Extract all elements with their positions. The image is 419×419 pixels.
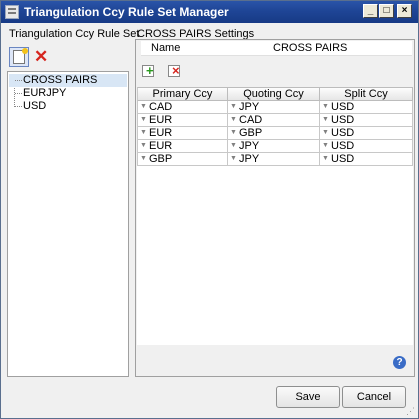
- delete-icon: ✕: [34, 47, 49, 66]
- cell-value: USD: [331, 114, 355, 126]
- name-label: Name: [151, 42, 181, 54]
- tree-connector: [15, 93, 22, 94]
- primary-ccy-dropdown[interactable]: ▼ EUR: [137, 127, 228, 140]
- column-header-split-ccy[interactable]: Split Ccy: [320, 87, 413, 101]
- cell-value: EUR: [149, 114, 173, 126]
- table-row[interactable]: ▼ EUR ▼ GBP ▼ USD: [137, 127, 413, 140]
- primary-ccy-dropdown[interactable]: ▼ GBP: [137, 153, 228, 166]
- tree-item-label: CROSS PAIRS: [23, 74, 98, 86]
- table-row[interactable]: ▼ EUR ▼ CAD ▼ USD: [137, 114, 413, 127]
- tree-connector: [15, 106, 22, 107]
- column-header-primary-ccy[interactable]: Primary Ccy: [137, 87, 228, 101]
- maximize-button[interactable]: □: [379, 4, 394, 18]
- name-row: Name CROSS PAIRS: [137, 41, 413, 56]
- cell-value: GBP: [149, 153, 173, 165]
- window-icon: [5, 5, 19, 19]
- quoting-ccy-dropdown[interactable]: ▼ JPY: [228, 140, 320, 153]
- cell-value: JPY: [239, 153, 260, 165]
- cell-value: CAD: [149, 101, 173, 113]
- save-button[interactable]: Save: [276, 386, 340, 408]
- dialog-window: Triangulation Ccy Rule Set Manager _ □ ×…: [0, 0, 419, 419]
- table-row[interactable]: ▼ CAD ▼ JPY ▼ USD: [137, 101, 413, 114]
- new-ruleset-icon: [13, 48, 28, 64]
- quoting-ccy-dropdown[interactable]: ▼ CAD: [228, 114, 320, 127]
- new-ruleset-button[interactable]: [9, 47, 29, 67]
- grid-body: ▼ CAD ▼ JPY ▼ USD ▼ EUR ▼ CAD ▼ USD ▼ EUR ▼ GBP …: [137, 101, 413, 166]
- cell-value: EUR: [149, 127, 173, 139]
- chevron-down-icon: ▼: [140, 103, 147, 110]
- tree-item-label: EURJPY: [23, 87, 67, 99]
- quoting-ccy-dropdown[interactable]: ▼ JPY: [228, 101, 320, 114]
- chevron-down-icon: ▼: [230, 116, 237, 123]
- cell-value: GBP: [239, 127, 263, 139]
- chevron-down-icon: ▼: [230, 155, 237, 162]
- tree-item-label: USD: [23, 100, 47, 112]
- tree-item-usd[interactable]: USD: [9, 100, 127, 113]
- currency-grid[interactable]: Primary Ccy Quoting Ccy Split Ccy ▼ CAD ▼…: [137, 87, 413, 345]
- ruleset-tree[interactable]: CROSS PAIRS EURJPY USD: [7, 71, 129, 377]
- chevron-down-icon: ▼: [230, 103, 237, 110]
- quoting-ccy-dropdown[interactable]: ▼ GBP: [228, 127, 320, 140]
- cell-value: CAD: [239, 114, 263, 126]
- tree-connector: [15, 80, 22, 81]
- cell-value: JPY: [239, 101, 260, 113]
- table-row[interactable]: ▼ GBP ▼ JPY ▼ USD: [137, 153, 413, 166]
- chevron-down-icon: ▼: [322, 116, 329, 123]
- ruleset-toolbar: ✕: [7, 45, 129, 71]
- table-row[interactable]: ▼ EUR ▼ JPY ▼ USD: [137, 140, 413, 153]
- remove-row-icon[interactable]: [168, 63, 180, 78]
- cell-value: JPY: [239, 140, 260, 152]
- chevron-down-icon: ▼: [322, 103, 329, 110]
- chevron-down-icon: ▼: [140, 129, 147, 136]
- column-header-quoting-ccy[interactable]: Quoting Ccy: [228, 87, 320, 101]
- help-icon[interactable]: ?: [393, 356, 406, 369]
- cancel-button[interactable]: Cancel: [342, 386, 406, 408]
- delete-ruleset-button[interactable]: ✕: [31, 47, 51, 67]
- chevron-down-icon: ▼: [230, 129, 237, 136]
- chevron-down-icon: ▼: [230, 142, 237, 149]
- cell-value: USD: [331, 153, 355, 165]
- add-row-icon[interactable]: [142, 63, 154, 78]
- split-ccy-dropdown[interactable]: ▼ USD: [320, 114, 413, 127]
- chevron-down-icon: ▼: [140, 142, 147, 149]
- quoting-ccy-dropdown[interactable]: ▼ JPY: [228, 153, 320, 166]
- name-value[interactable]: CROSS PAIRS: [273, 42, 347, 54]
- ruleset-list-label: Triangulation Ccy Rule Set: [9, 28, 140, 40]
- split-ccy-dropdown[interactable]: ▼ USD: [320, 101, 413, 114]
- grid-header: Primary Ccy Quoting Ccy Split Ccy: [137, 87, 413, 101]
- grid-toolbar: [139, 61, 199, 83]
- tree-item-cross-pairs[interactable]: CROSS PAIRS: [9, 74, 127, 87]
- tree-item-eurjpy[interactable]: EURJPY: [9, 87, 127, 100]
- minimize-button[interactable]: _: [363, 4, 378, 18]
- title-bar[interactable]: Triangulation Ccy Rule Set Manager _ □ ×: [1, 1, 418, 23]
- chevron-down-icon: ▼: [140, 116, 147, 123]
- primary-ccy-dropdown[interactable]: ▼ CAD: [137, 101, 228, 114]
- close-button[interactable]: ×: [397, 4, 412, 18]
- cell-value: USD: [331, 101, 355, 113]
- cell-value: USD: [331, 127, 355, 139]
- chevron-down-icon: ▼: [140, 155, 147, 162]
- chevron-down-icon: ▼: [322, 142, 329, 149]
- window-title: Triangulation Ccy Rule Set Manager: [24, 5, 229, 19]
- split-ccy-dropdown[interactable]: ▼ USD: [320, 153, 413, 166]
- split-ccy-dropdown[interactable]: ▼ USD: [320, 140, 413, 153]
- primary-ccy-dropdown[interactable]: ▼ EUR: [137, 114, 228, 127]
- chevron-down-icon: ▼: [322, 155, 329, 162]
- chevron-down-icon: ▼: [322, 129, 329, 136]
- primary-ccy-dropdown[interactable]: ▼ EUR: [137, 140, 228, 153]
- cell-value: EUR: [149, 140, 173, 152]
- resize-grip-icon[interactable]: ⋰: [406, 406, 416, 416]
- cell-value: USD: [331, 140, 355, 152]
- split-ccy-dropdown[interactable]: ▼ USD: [320, 127, 413, 140]
